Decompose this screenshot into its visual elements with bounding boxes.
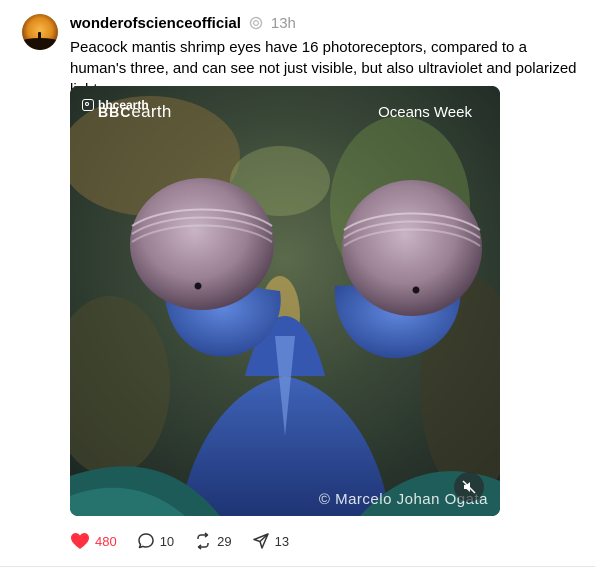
avatar[interactable] [22,14,58,50]
oceans-week-tag: Oceans Week [378,104,472,121]
like-button[interactable]: 480 [70,532,117,550]
post-video[interactable]: bbcearth BBCearth Oceans Week © Marcelo … [70,86,500,516]
comment-count: 10 [159,533,175,549]
send-icon [252,533,269,549]
speaker-muted-icon [462,480,476,494]
instagram-icon [82,99,94,111]
share-button[interactable]: 13 [252,532,289,550]
post-actions: 480 10 29 13 [70,530,309,552]
comment-icon [137,533,154,549]
repost-icon [197,532,209,550]
like-count: 480 [95,533,117,549]
heart-icon [71,533,89,549]
post-time: 13h [270,14,296,32]
avatar-figure [38,32,41,41]
share-count: 13 [274,533,290,549]
mute-button[interactable] [454,472,484,502]
repost-count: 29 [217,533,232,549]
thread-post: wonderofscienceofficial 13h Peacock mant… [0,0,595,567]
username[interactable]: wonderofscienceofficial [70,15,241,32]
post-header: wonderofscienceofficial 13h [70,12,296,34]
verified-icon [249,16,263,30]
mantis-shrimp-image [70,86,500,516]
repost-button[interactable]: 29 [194,532,232,550]
bbc-earth-logo: BBCearth [98,102,172,121]
comment-button[interactable]: 10 [137,532,174,550]
